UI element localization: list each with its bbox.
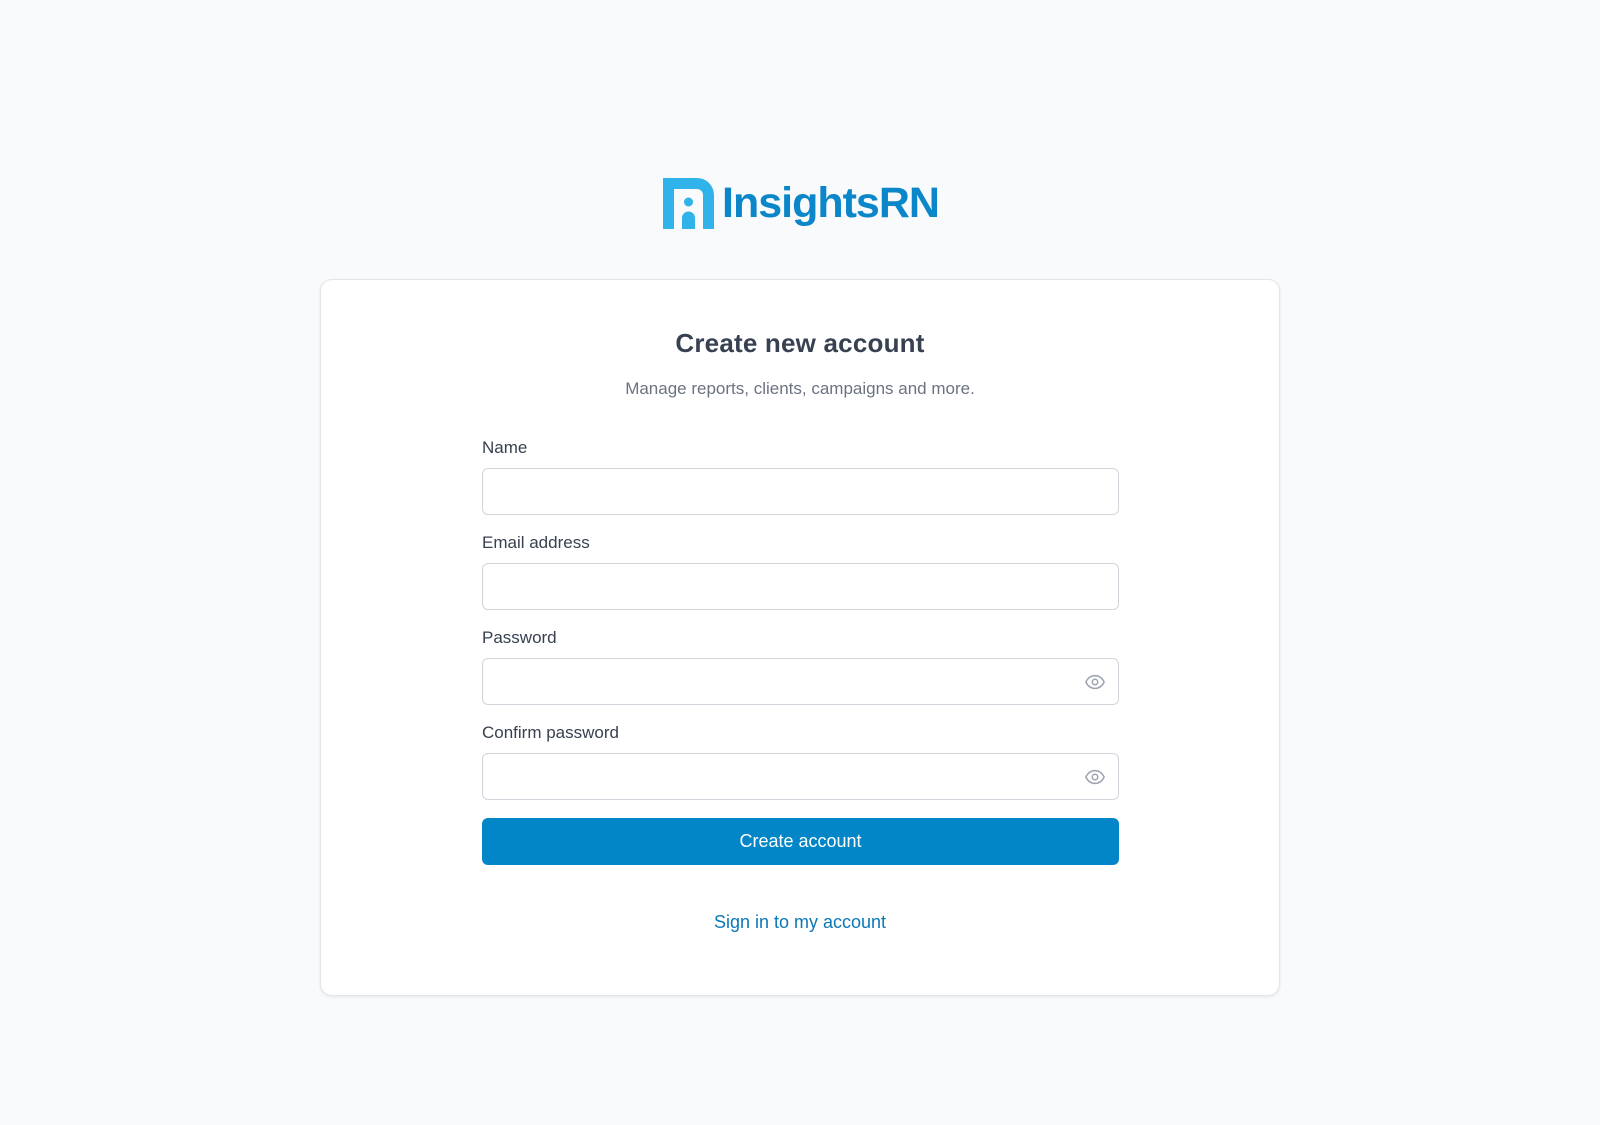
signin-link-container: Sign in to my account — [321, 912, 1279, 933]
email-input-wrapper — [482, 563, 1119, 610]
signup-form: Name Email address Password Confirm pass… — [482, 438, 1119, 865]
signup-page: InsightsRN Create new account Manage rep… — [0, 0, 1600, 1125]
email-input[interactable] — [482, 563, 1119, 610]
email-label: Email address — [482, 533, 590, 552]
page-subtitle: Manage reports, clients, campaigns and m… — [625, 379, 975, 398]
name-input-wrapper — [482, 468, 1119, 515]
name-field: Name — [482, 438, 1119, 515]
page-title: Create new account — [675, 328, 925, 358]
create-account-button[interactable]: Create account — [482, 818, 1119, 865]
signup-card: Create new account Manage reports, clien… — [320, 279, 1280, 996]
password-input[interactable] — [482, 658, 1119, 705]
confirm-password-input[interactable] — [482, 753, 1119, 800]
name-input[interactable] — [482, 468, 1119, 515]
name-label: Name — [482, 438, 528, 457]
confirm-password-visibility-toggle[interactable] — [1083, 765, 1107, 789]
eye-icon — [1085, 769, 1105, 785]
confirm-password-input-wrapper — [482, 753, 1119, 800]
password-visibility-toggle[interactable] — [1083, 670, 1107, 694]
brand-logo[interactable]: InsightsRN — [663, 177, 940, 229]
password-input-wrapper — [482, 658, 1119, 705]
insightsrn-logo-icon — [663, 177, 714, 229]
password-label: Password — [482, 628, 557, 647]
password-field: Password — [482, 628, 1119, 705]
confirm-password-label: Confirm password — [482, 723, 619, 742]
confirm-password-field: Confirm password — [482, 723, 1119, 800]
eye-icon — [1085, 674, 1105, 690]
signin-link[interactable]: Sign in to my account — [714, 912, 886, 932]
email-field: Email address — [482, 533, 1119, 610]
brand-name: InsightsRN — [722, 178, 940, 227]
